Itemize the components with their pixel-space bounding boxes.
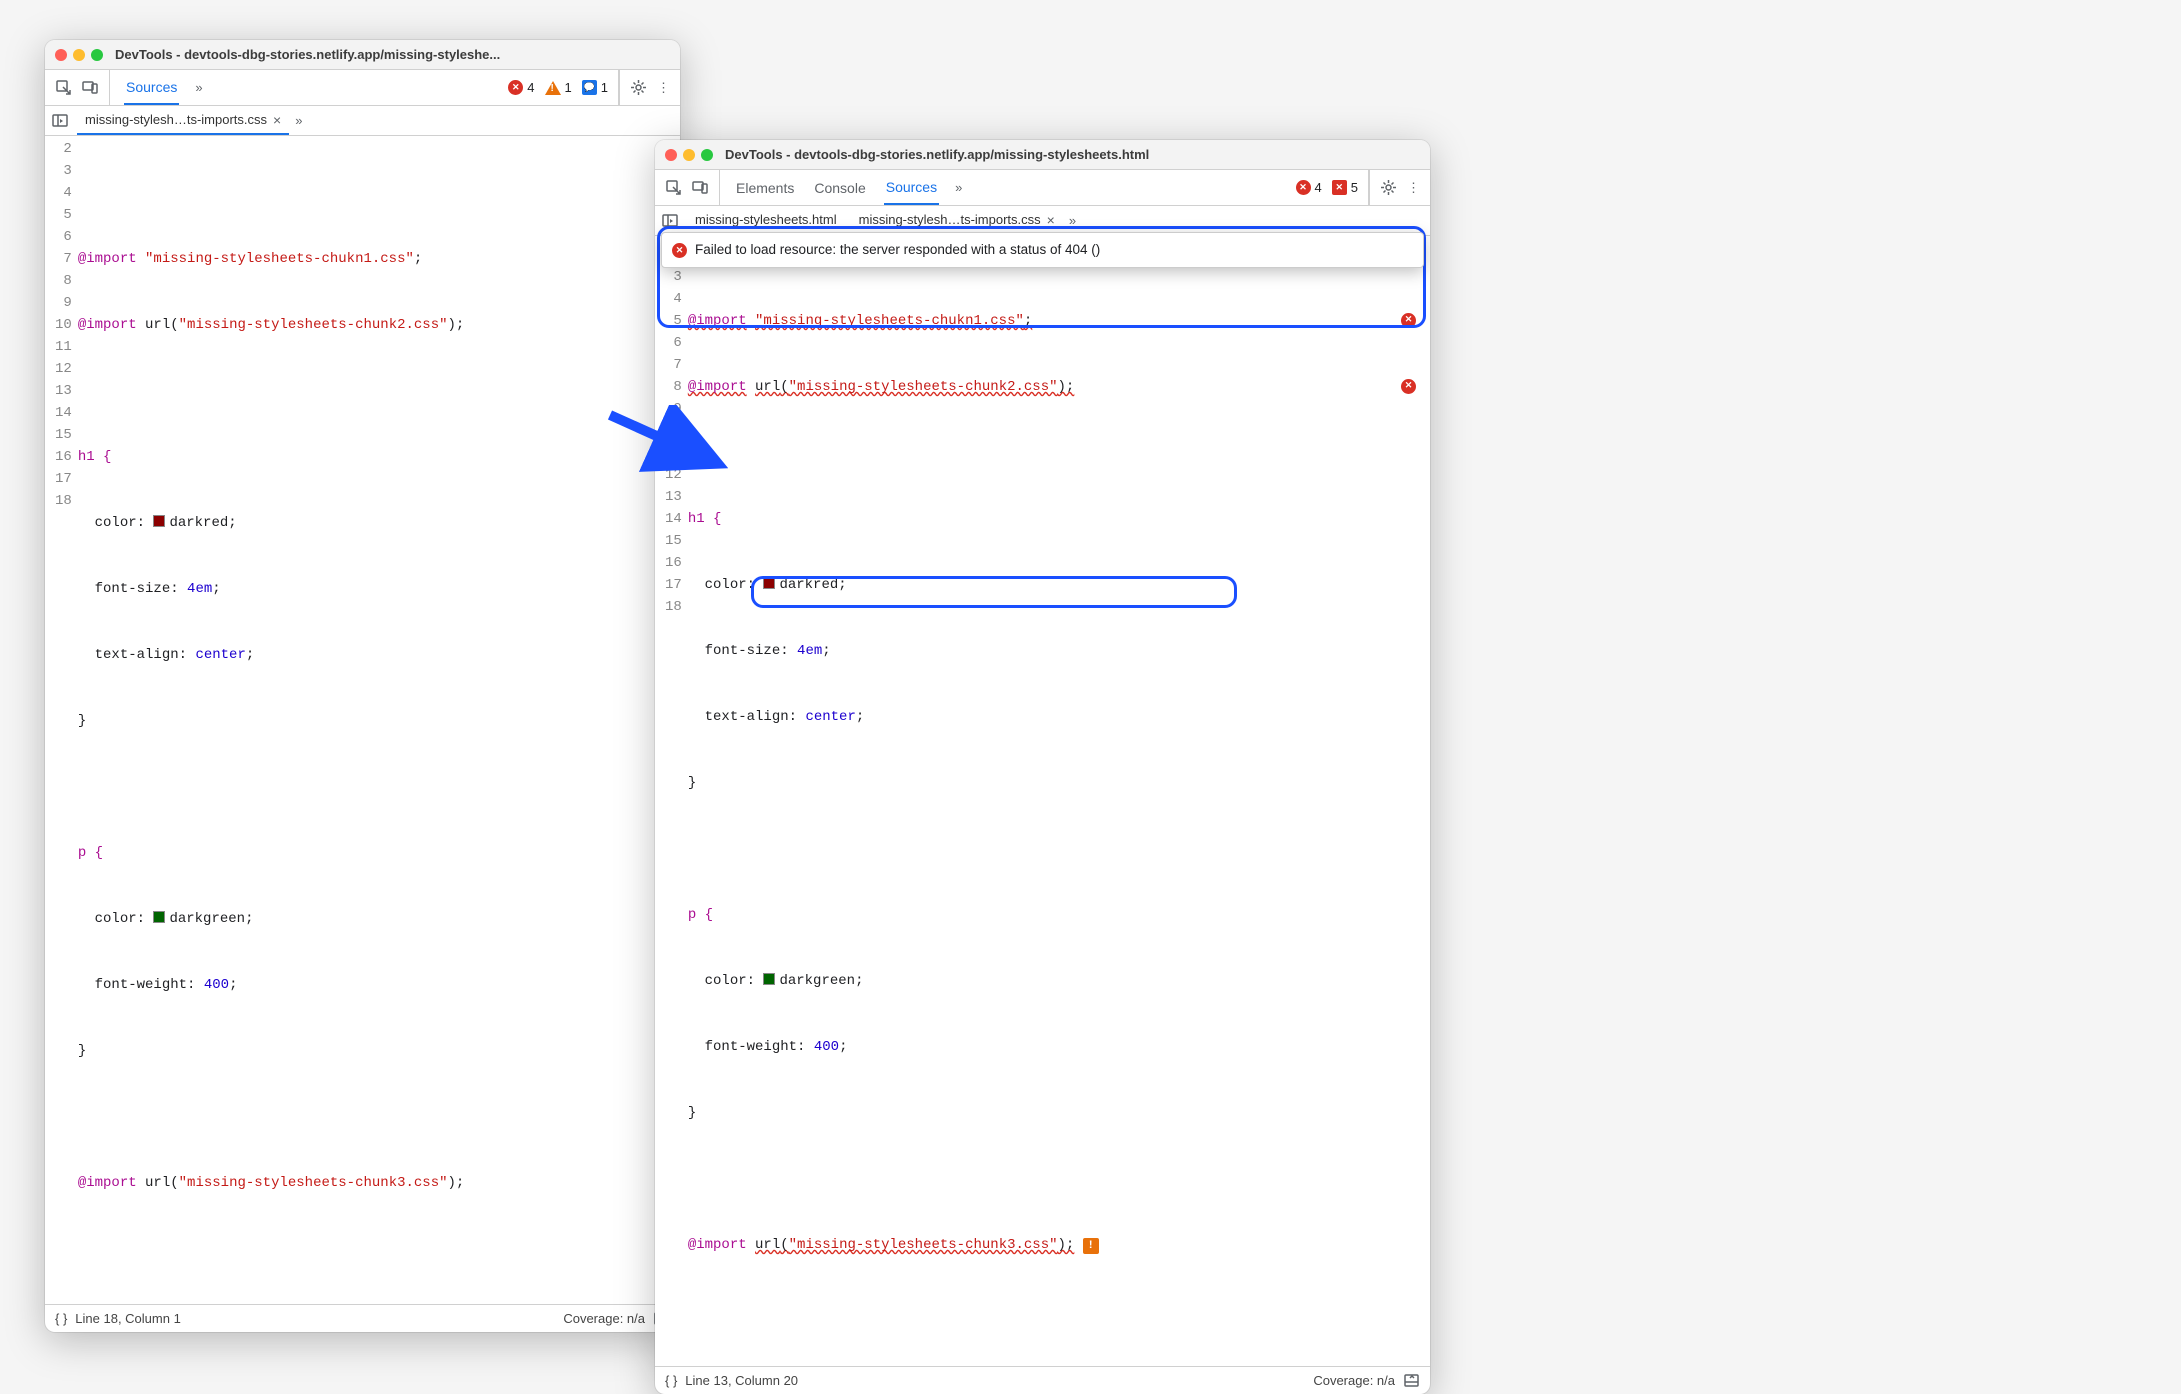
tab-console[interactable]: Console — [812, 170, 867, 205]
info-count-badge[interactable]: 1 — [582, 80, 608, 95]
close-window-icon[interactable] — [55, 49, 67, 61]
error-count-badge[interactable]: 4 — [508, 80, 534, 95]
file-tab-label: missing-stylesh…ts-imports.css — [859, 212, 1041, 227]
line-warning-icon[interactable]: ! — [1083, 1238, 1099, 1254]
tab-elements[interactable]: Elements — [734, 170, 796, 205]
color-swatch-icon[interactable] — [153, 911, 165, 923]
navigator-toggle-icon[interactable] — [51, 112, 71, 129]
window-title: DevTools - devtools-dbg-stories.netlify.… — [725, 147, 1149, 162]
minimize-window-icon[interactable] — [73, 49, 85, 61]
titlebar: DevTools - devtools-dbg-stories.netlify.… — [45, 40, 680, 70]
panel-icon[interactable] — [1403, 1372, 1420, 1389]
coverage-status: Coverage: n/a — [1313, 1373, 1395, 1388]
window-title: DevTools - devtools-dbg-stories.netlify.… — [115, 47, 500, 62]
devtools-window-before: DevTools - devtools-dbg-stories.netlify.… — [45, 40, 680, 1332]
close-window-icon[interactable] — [665, 149, 677, 161]
color-swatch-icon[interactable] — [763, 973, 775, 985]
minimize-window-icon[interactable] — [683, 149, 695, 161]
file-tab-css[interactable]: missing-stylesh…ts-imports.css × — [851, 206, 1063, 235]
main-toolbar: Sources » 4 1 1 ⋮ — [45, 70, 680, 106]
pretty-print-icon[interactable]: { } — [665, 1373, 677, 1388]
code-editor[interactable]: 23456789101112131415161718 @import "miss… — [45, 136, 680, 1304]
inspect-icon[interactable] — [55, 79, 72, 96]
error-count-badge[interactable]: 4 — [1296, 180, 1322, 195]
line-error-icon[interactable] — [1401, 313, 1416, 328]
kebab-menu-icon[interactable]: ⋮ — [657, 80, 670, 96]
color-swatch-icon[interactable] — [153, 515, 165, 527]
error-tooltip: Failed to load resource: the server resp… — [661, 232, 1424, 268]
status-bar: { } Line 18, Column 1 Coverage: n/a — [45, 1304, 680, 1332]
tooltip-text: Failed to load resource: the server resp… — [695, 239, 1100, 261]
close-tab-icon[interactable]: × — [1047, 212, 1055, 228]
coverage-status: Coverage: n/a — [563, 1311, 645, 1326]
file-tab-label: missing-stylesheets.html — [695, 212, 837, 227]
line-gutter: 23456789101112131415161718 — [45, 138, 78, 1304]
status-bar: { } Line 13, Column 20 Coverage: n/a — [655, 1366, 1430, 1394]
main-toolbar: Elements Console Sources » 4 5 ⋮ — [655, 170, 1430, 206]
devtools-window-after: DevTools - devtools-dbg-stories.netlify.… — [655, 140, 1430, 1394]
gear-icon[interactable] — [1380, 179, 1397, 196]
titlebar: DevTools - devtools-dbg-stories.netlify.… — [655, 140, 1430, 170]
more-tabs-icon[interactable]: » — [955, 180, 962, 195]
color-swatch-icon[interactable] — [763, 577, 775, 589]
issue-count-badge[interactable]: 5 — [1332, 180, 1358, 195]
cursor-position: Line 18, Column 1 — [75, 1311, 181, 1326]
gear-icon[interactable] — [630, 79, 647, 96]
kebab-menu-icon[interactable]: ⋮ — [1407, 180, 1420, 196]
zoom-window-icon[interactable] — [701, 149, 713, 161]
tab-sources[interactable]: Sources — [884, 170, 939, 205]
code-content[interactable]: @import "missing-stylesheets-chukn1.css"… — [688, 266, 1430, 1366]
file-tabs-bar: missing-stylesh…ts-imports.css × » — [45, 106, 680, 136]
warning-count-badge[interactable]: 1 — [545, 80, 572, 95]
navigator-toggle-icon[interactable] — [661, 212, 681, 229]
file-tab-active[interactable]: missing-stylesh…ts-imports.css × — [77, 106, 289, 135]
error-icon — [672, 243, 687, 258]
code-content[interactable]: @import "missing-stylesheets-chukn1.css"… — [78, 138, 680, 1304]
close-tab-icon[interactable]: × — [273, 112, 281, 128]
line-error-icon[interactable] — [1401, 379, 1416, 394]
zoom-window-icon[interactable] — [91, 49, 103, 61]
tab-sources[interactable]: Sources — [124, 70, 179, 105]
arrow-icon — [600, 405, 740, 485]
pretty-print-icon[interactable]: { } — [55, 1311, 67, 1326]
file-tab-html[interactable]: missing-stylesheets.html — [687, 206, 845, 235]
code-editor[interactable]: Failed to load resource: the server resp… — [655, 236, 1430, 1366]
device-toolbar-icon[interactable] — [692, 179, 709, 196]
more-file-tabs-icon[interactable]: » — [295, 113, 302, 128]
more-tabs-icon[interactable]: » — [195, 80, 202, 95]
file-tab-label: missing-stylesh…ts-imports.css — [85, 112, 267, 127]
inspect-icon[interactable] — [665, 179, 682, 196]
cursor-position: Line 13, Column 20 — [685, 1373, 798, 1388]
more-file-tabs-icon[interactable]: » — [1069, 213, 1076, 228]
device-toolbar-icon[interactable] — [82, 79, 99, 96]
